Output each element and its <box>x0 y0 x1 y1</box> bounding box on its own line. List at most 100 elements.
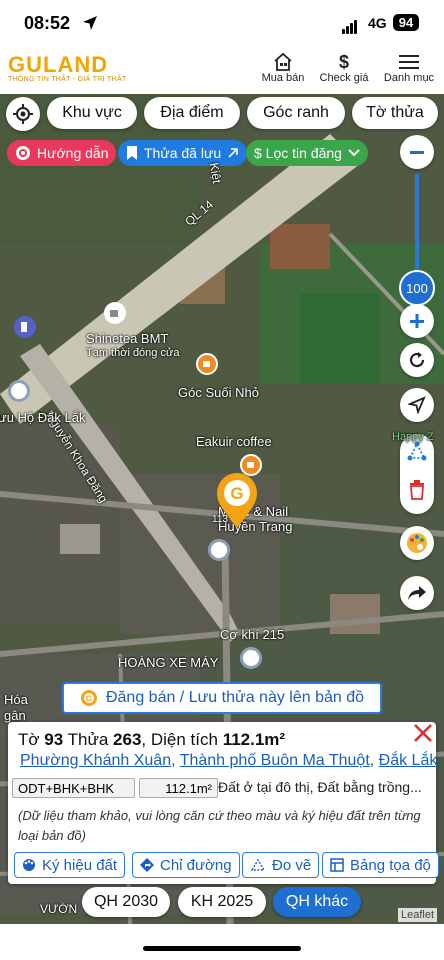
city-link[interactable]: Thành phố Buôn Ma Thuột <box>180 752 370 769</box>
measure-button[interactable]: Đo vẽ <box>242 852 320 878</box>
close-icon[interactable] <box>412 722 434 744</box>
palette-icon <box>23 859 35 871</box>
poi-pin-icon[interactable] <box>208 539 230 561</box>
poi-label-eakuir: Eakuir coffee <box>196 434 272 449</box>
chip-dia-diem[interactable]: Địa điểm <box>144 97 240 129</box>
status-time: 08:52 <box>24 13 71 33</box>
poi-coffee-goc-suoi-nho-icon[interactable] <box>196 353 218 375</box>
land-type-text: Đất ở tại đô thị, Đất bằng trồng... <box>218 779 422 795</box>
location-arrow-icon <box>83 16 97 30</box>
logo-tagline: THÔNG TIN THẬT - GIÁ TRỊ THẬT <box>8 76 127 83</box>
poi-label-hoa: Hóa <box>4 692 28 707</box>
menu-label: Danh mục <box>383 72 435 84</box>
parcel-title: Tờ 93 Thửa 263, Diện tích 112.1m² <box>18 730 286 749</box>
poi-label-shinetea: Shinetea BMT <box>86 331 169 346</box>
tab-kh-2025[interactable]: KH 2025 <box>178 887 266 917</box>
trash-icon <box>410 480 424 500</box>
poi-label-hoa-2: gân <box>4 708 26 723</box>
poi-label-goc-suoi-nho: Góc Suối Nhỏ <box>178 385 259 400</box>
guide-label: Hướng dẫn <box>37 145 109 161</box>
share-button[interactable] <box>400 576 434 610</box>
measure-label: Đo vẽ <box>272 856 312 874</box>
buy-sell-button[interactable]: Mua bán <box>258 52 308 84</box>
bookmark-icon <box>127 146 137 160</box>
refresh-button[interactable] <box>400 343 434 377</box>
poi-cafe-icon[interactable] <box>104 302 126 324</box>
chip-khu-vuc[interactable]: Khu vực <box>47 97 137 129</box>
delete-drawing-button[interactable] <box>409 480 425 505</box>
guide-button[interactable]: Hướng dẫn <box>7 140 117 166</box>
land-area-badge: 112.1m² <box>139 778 218 798</box>
signal-icon <box>342 16 358 34</box>
map-attribution[interactable]: Leaflet <box>398 908 438 922</box>
chip-to-thua[interactable]: Tờ thửa <box>352 97 438 129</box>
dollar-icon: $ <box>338 51 349 72</box>
zoom-in-button[interactable] <box>400 304 434 338</box>
locate-me-button[interactable] <box>6 97 40 131</box>
poi-label-vuon: VƯỜN <box>40 902 78 916</box>
tab-qh-khac[interactable]: QH khác <box>273 887 361 917</box>
ward-link[interactable]: Phường Khánh Xuân <box>20 752 171 769</box>
data-disclaimer: (Dữ liệu tham khảo, vui lòng căn cứ theo… <box>18 808 421 843</box>
coordinate-table-button[interactable]: Bảng tọa độ <box>322 852 439 878</box>
crosshair-icon <box>13 104 33 124</box>
poi-pin-icon[interactable] <box>8 380 30 402</box>
refresh-icon <box>409 352 425 368</box>
parcel-address: Phường Khánh Xuân, Thành phố Buôn Ma Thu… <box>20 752 438 769</box>
guland-small-icon: G <box>80 690 97 706</box>
house-icon <box>274 52 292 71</box>
plus-icon <box>410 314 424 328</box>
parcel-info-panel: Tờ 93 Thửa 263, Diện tích 112.1m² Phường… <box>8 722 439 884</box>
measure-tools-panel <box>400 434 434 514</box>
share-icon <box>408 586 426 600</box>
navigation-arrow-icon <box>408 396 426 414</box>
check-price-button[interactable]: $ Check giá <box>316 51 372 85</box>
home-indicator[interactable] <box>143 946 301 951</box>
map-style-button[interactable] <box>400 526 434 560</box>
network-type: 4G <box>368 15 387 31</box>
filter-listings-label: $ Lọc tin đăng <box>254 145 342 161</box>
filter-listings-button[interactable]: $ Lọc tin đăng <box>246 140 368 166</box>
app-header: GULAND THÔNG TIN THẬT - GIÁ TRỊ THẬT Mua… <box>0 46 444 94</box>
poi-pin-icon[interactable] <box>240 647 262 669</box>
poi-label-shinetea-status: Tạm thời đóng cửa <box>86 347 180 359</box>
check-price-label: Check giá <box>319 72 369 84</box>
saved-plots-button[interactable]: Thửa đã lưu <box>118 140 248 166</box>
menu-icon <box>399 55 419 69</box>
menu-button[interactable]: Danh mục <box>380 52 438 84</box>
post-listing-button[interactable]: G Đăng bán / Lưu thửa này lên bản đồ <box>62 682 382 714</box>
minus-icon <box>410 151 424 154</box>
saved-plots-label: Thửa đã lưu <box>144 145 222 161</box>
land-symbol-button[interactable]: Ký hiệu đất <box>14 852 126 878</box>
guland-logo[interactable]: GULAND THÔNG TIN THẬT - GIÁ TRỊ THẬT <box>8 52 127 83</box>
home-indicator-area <box>0 924 444 960</box>
polygon-draw-icon <box>250 858 266 871</box>
land-symbol-label: Ký hiệu đất <box>42 856 118 874</box>
buy-sell-label: Mua bán <box>261 72 305 84</box>
target-icon <box>16 146 30 160</box>
poi-label-happy: Happy Z <box>392 431 434 443</box>
directions-label: Chỉ đường <box>160 856 232 874</box>
poi-label-co-khi: Cơ khí 215 <box>220 627 285 642</box>
svg-text:G: G <box>86 695 92 704</box>
chip-goc-ranh[interactable]: Góc ranh <box>247 97 345 129</box>
chevron-down-icon <box>348 149 360 157</box>
palette-icon <box>407 533 427 553</box>
poi-fuel-icon[interactable] <box>14 316 36 338</box>
parcel-marker-number: 113 <box>212 514 228 525</box>
polygon-draw-icon <box>407 441 427 461</box>
table-icon <box>330 858 344 872</box>
land-code-badge: ODT+BHK+BHK <box>12 778 135 798</box>
tab-qh-2030[interactable]: QH 2030 <box>82 887 170 917</box>
battery-icon: 94 <box>393 14 419 31</box>
poi-label-hoang-xe-may: HOÀNG XE MÁY <box>118 655 219 670</box>
province-link[interactable]: Đắk Lắk <box>379 752 438 769</box>
draw-polygon-button[interactable] <box>406 440 428 467</box>
zoom-out-button[interactable] <box>400 135 434 169</box>
zoom-slider-handle[interactable]: 100 <box>399 270 435 306</box>
coordinate-table-label: Bảng tọa độ <box>350 856 431 874</box>
logo-text: GULAND <box>8 52 109 77</box>
poi-label-ho-dak-lak: ưu Hộ Đắk Lắk <box>0 410 86 425</box>
navigate-button[interactable] <box>400 388 434 422</box>
directions-button[interactable]: Chỉ đường <box>132 852 240 878</box>
